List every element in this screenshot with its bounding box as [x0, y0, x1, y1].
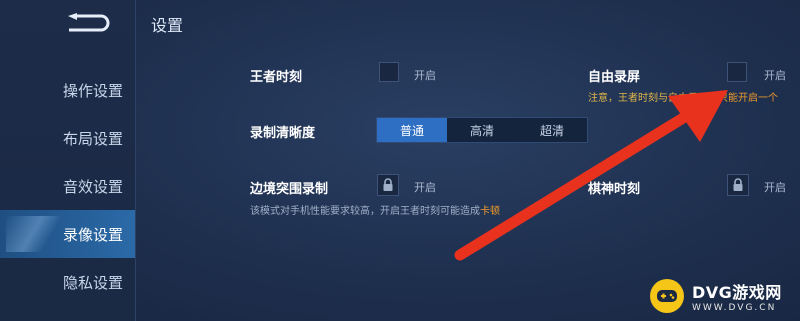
free-record-state: 开启 — [764, 69, 786, 82]
clarity-option-hd[interactable]: 高清 — [447, 118, 517, 142]
note-text: 该模式对手机性能要求较高，开启王者时刻可能造成 — [250, 206, 480, 217]
sidebar-item-operation[interactable]: 操作设置 — [0, 66, 135, 114]
back-arrow-icon — [68, 13, 110, 32]
clarity-option-normal[interactable]: 普通 — [377, 118, 447, 142]
watermark-main: DVG游戏网 — [692, 282, 782, 302]
free-record-note: 注意，王者时刻与自由录屏，只能开启一个 — [588, 89, 778, 104]
page-title: 设置 — [151, 16, 184, 35]
border-record-state: 开启 — [414, 181, 436, 194]
watermark-sub: WWW.DVG.CN — [692, 302, 777, 313]
king-moment-state: 开启 — [414, 69, 436, 82]
lock-icon — [733, 178, 743, 191]
sidebar-item-recording[interactable]: 录像设置 — [0, 210, 135, 258]
sidebar-item-label: 布局设置 — [63, 129, 124, 148]
note-highlight: 卡顿 — [480, 206, 500, 217]
king-moment-label: 王者时刻 — [250, 70, 303, 85]
king-moment-checkbox[interactable] — [379, 62, 399, 82]
clarity-option-ultra[interactable]: 超清 — [517, 118, 587, 142]
free-record-checkbox[interactable] — [727, 62, 747, 82]
chess-moment-lock-toggle[interactable] — [727, 174, 749, 196]
settings-screen: 操作设置 布局设置 音效设置 录像设置 隐私设置 设置 王者时刻 开启 自由录屏… — [0, 0, 800, 321]
gamepad-icon — [650, 278, 684, 313]
lock-icon — [383, 178, 393, 191]
sidebar-item-sound[interactable]: 音效设置 — [0, 162, 135, 210]
note-text: 注意，王者时刻与自由录屏， — [588, 93, 718, 104]
sidebar-item-label: 录像设置 — [63, 225, 124, 244]
border-record-lock-toggle[interactable] — [377, 174, 399, 196]
sidebar-item-privacy[interactable]: 隐私设置 — [0, 258, 135, 306]
chess-moment-state: 开启 — [764, 181, 786, 194]
sidebar: 操作设置 布局设置 音效设置 录像设置 隐私设置 — [0, 0, 136, 321]
watermark: DVG游戏网 WWW.DVG.CN — [640, 270, 800, 321]
border-record-label: 边境突围录制 — [250, 182, 329, 197]
clarity-segmented-control: 普通 高清 超清 — [376, 117, 588, 143]
sidebar-item-layout[interactable]: 布局设置 — [0, 114, 135, 162]
free-record-label: 自由录屏 — [588, 70, 641, 85]
sidebar-item-label: 音效设置 — [63, 177, 124, 196]
sidebar-item-label: 操作设置 — [63, 81, 124, 100]
back-button[interactable] — [62, 10, 114, 36]
note-highlight: 只能开启一个 — [718, 93, 778, 104]
clarity-label: 录制清晰度 — [250, 126, 316, 141]
chess-moment-label: 棋神时刻 — [588, 182, 641, 197]
border-record-note: 该模式对手机性能要求较高，开启王者时刻可能造成卡顿 — [250, 202, 500, 217]
sidebar-item-label: 隐私设置 — [63, 273, 124, 292]
